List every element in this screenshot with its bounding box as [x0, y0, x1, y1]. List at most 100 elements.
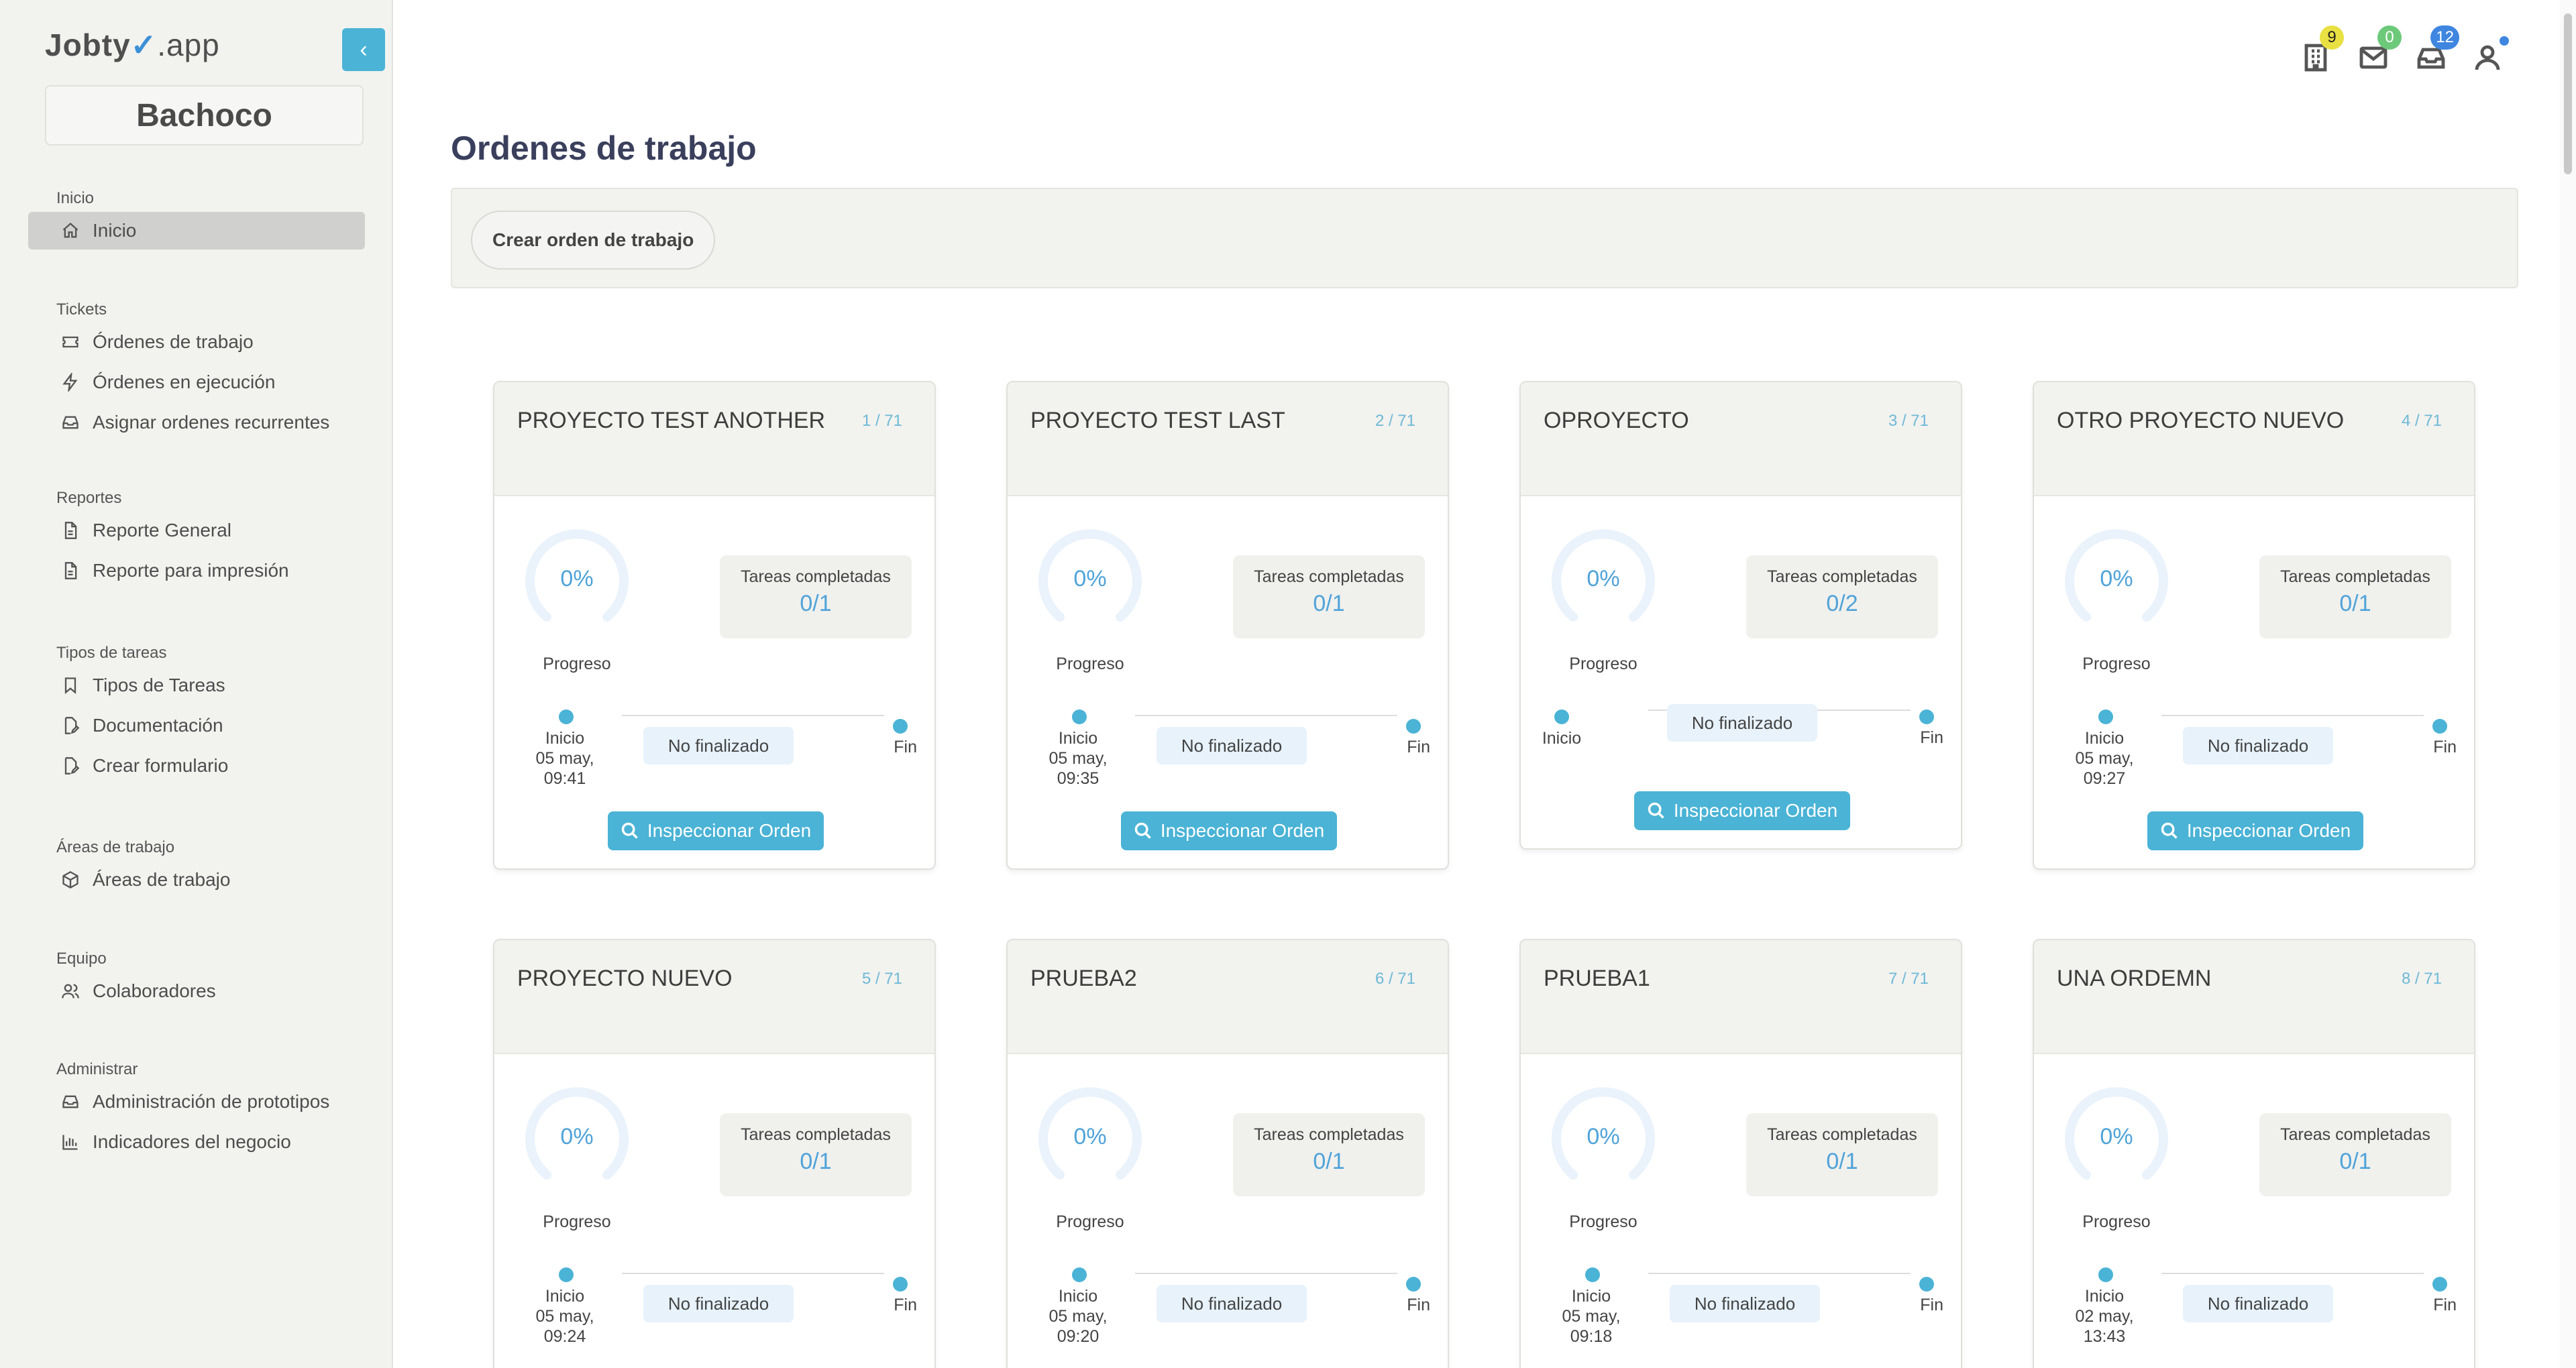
page-scrollbar[interactable]	[2560, 0, 2576, 1368]
progress-label: Progreso	[2082, 654, 2151, 673]
card-header: PROYECTO TEST LAST 2 / 71	[1008, 382, 1448, 496]
chevron-left-icon: ‹	[360, 36, 368, 62]
card-header: PRUEBA1 7 / 71	[1521, 940, 1961, 1054]
order-card: PRUEBA2 6 / 71 0% Progreso Tareas comple…	[1006, 939, 1449, 1368]
user-menu-button[interactable]	[2469, 27, 2509, 74]
order-card: UNA ORDEMN 8 / 71 0% Progreso Tareas com…	[2033, 939, 2475, 1368]
sidebar-item-label: Reporte General	[93, 520, 232, 540]
timeline-line	[1135, 715, 1397, 716]
mail-button[interactable]: 0	[2353, 25, 2402, 74]
tasks-value: 0/1	[1313, 591, 1345, 616]
sidebar-item-label: Tipos de Tareas	[93, 675, 225, 695]
toolbar: Crear orden de trabajo	[451, 188, 2518, 288]
user-status-dot	[2500, 36, 2509, 46]
timeline: Inicio 05 may, 09:18 No finalizado Fin	[1521, 1267, 1961, 1346]
mail-badge: 0	[2377, 25, 2402, 50]
progress-label: Progreso	[2082, 1212, 2151, 1231]
card-header: OPROYECTO 3 / 71	[1521, 382, 1961, 496]
sidebar-item[interactable]: Crear formulario	[28, 747, 365, 785]
sidebar-item[interactable]: Inicio	[28, 212, 365, 249]
timeline: Inicio 05 may, 09:27 No finalizado Fin	[2034, 709, 2474, 788]
timeline-line	[1135, 1273, 1397, 1274]
tasks-completed-box: Tareas completadas 0/1	[1233, 1113, 1425, 1196]
tasks-value: 0/1	[2339, 1149, 2371, 1174]
status-badge: No finalizado	[1157, 1285, 1307, 1322]
progress-percent: 0%	[2100, 1123, 2133, 1149]
progress-percent: 0%	[1073, 565, 1107, 591]
sidebar-item-label: Inicio	[93, 220, 137, 241]
progress-percent: 0%	[560, 565, 594, 591]
progress-gauge: 0%	[1548, 1081, 1659, 1192]
inspect-order-button[interactable]: Inspeccionar Orden	[2147, 811, 2363, 850]
inspect-label: Inspeccionar Orden	[1673, 800, 1838, 821]
nav-section: Administrar Administración de prototipos I…	[28, 1056, 365, 1163]
scroll-thumb[interactable]	[2564, 13, 2572, 174]
timeline: Inicio 02 may, 13:43 No finalizado Fin	[2034, 1267, 2474, 1346]
progress-percent: 0%	[1587, 565, 1620, 591]
timeline-start-dot	[1585, 1267, 1600, 1282]
progress-label: Progreso	[1569, 1212, 1638, 1231]
card-count: 6 / 71	[1375, 970, 1415, 988]
sidebar-item[interactable]: Administración de prototipos	[28, 1083, 365, 1121]
card-body: 0% Progreso Tareas completadas 0/1 Inici…	[1008, 496, 1448, 868]
inspect-order-button[interactable]: Inspeccionar Orden	[608, 811, 824, 850]
brand-suffix: .app	[157, 27, 220, 62]
search-icon	[1648, 802, 1664, 819]
timeline-start-dot	[1554, 709, 1569, 724]
timeline-start: Inicio 05 may, 09:41	[515, 728, 615, 789]
order-card: PRUEBA1 7 / 71 0% Progreso Tareas comple…	[1519, 939, 1962, 1368]
progress-gauge: 0%	[2061, 523, 2172, 634]
bookmark-icon	[58, 673, 83, 698]
search-icon	[2161, 822, 2178, 839]
brand-tick: ✓	[130, 27, 158, 62]
sidebar-item[interactable]: Órdenes en ejecución	[28, 363, 365, 401]
timeline-start: Inicio 05 may, 09:35	[1028, 728, 1128, 789]
nav-section: Tipos de tareas Tipos de Tareas Documentac…	[28, 640, 365, 787]
start-date: 05 may, 09:20	[1049, 1307, 1108, 1346]
status-badge: No finalizado	[1670, 1285, 1820, 1322]
sidebar-item[interactable]: Reporte General	[28, 512, 365, 549]
sidebar-item[interactable]: Asignar ordenes recurrentes	[28, 404, 365, 441]
card-count: 8 / 71	[2401, 970, 2442, 988]
messages-button[interactable]: 12	[2411, 25, 2459, 74]
tasks-label: Tareas completadas	[1254, 1125, 1404, 1144]
tasks-label: Tareas completadas	[1767, 567, 1917, 586]
inspect-order-button[interactable]: Inspeccionar Orden	[1634, 791, 1850, 830]
create-order-button[interactable]: Crear orden de trabajo	[471, 211, 716, 270]
inspect-label: Inspeccionar Orden	[2186, 820, 2351, 841]
order-card: PROYECTO NUEVO 5 / 71 0% Progreso Tareas…	[493, 939, 936, 1368]
sidebar-item[interactable]: Indicadores del negocio	[28, 1123, 365, 1161]
timeline-start: Inicio 05 may, 09:24	[515, 1286, 615, 1347]
inbox-icon	[58, 1089, 83, 1115]
sidebar-item[interactable]: Áreas de trabajo	[28, 861, 365, 899]
page-title: Ordenes de trabajo	[451, 129, 757, 167]
topbar-icons: 9 0 12	[2296, 25, 2509, 74]
brand-prefix: Jobty	[45, 27, 131, 62]
home-icon	[58, 218, 83, 243]
collapse-sidebar-button[interactable]: ‹	[342, 28, 385, 71]
tasks-label: Tareas completadas	[1254, 567, 1404, 586]
tasks-value: 0/1	[1313, 1149, 1345, 1174]
ticket-icon	[58, 329, 83, 355]
sidebar-item[interactable]: Tipos de Tareas	[28, 667, 365, 704]
status-badge: No finalizado	[643, 1285, 794, 1322]
bolt-icon	[58, 369, 83, 395]
tasks-completed-box: Tareas completadas 0/1	[2259, 1113, 2451, 1196]
start-label: Inicio	[2084, 729, 2125, 748]
sidebar-item[interactable]: Colaboradores	[28, 972, 365, 1010]
tasks-label: Tareas completadas	[741, 567, 891, 586]
sidebar-item[interactable]: Documentación	[28, 707, 365, 744]
progress-label: Progreso	[1569, 654, 1638, 673]
end-label: Fin	[1920, 728, 1943, 747]
card-body: 0% Progreso Tareas completadas 0/2 Inici…	[1521, 496, 1961, 848]
buildings-button[interactable]: 9	[2296, 25, 2344, 74]
file-icon	[58, 518, 83, 543]
sidebar-item[interactable]: Reporte para impresión	[28, 552, 365, 589]
sidebar-item[interactable]: Órdenes de trabajo	[28, 323, 365, 361]
search-icon	[1134, 822, 1151, 839]
inspect-order-button[interactable]: Inspeccionar Orden	[1121, 811, 1337, 850]
brand-logo[interactable]: Jobty✓.app	[45, 27, 220, 63]
tasks-completed-box: Tareas completadas 0/1	[2259, 555, 2451, 638]
nav-section: Reportes Reporte General Reporte para impr…	[28, 485, 365, 592]
nav-section: Inicio Inicio	[28, 185, 365, 252]
